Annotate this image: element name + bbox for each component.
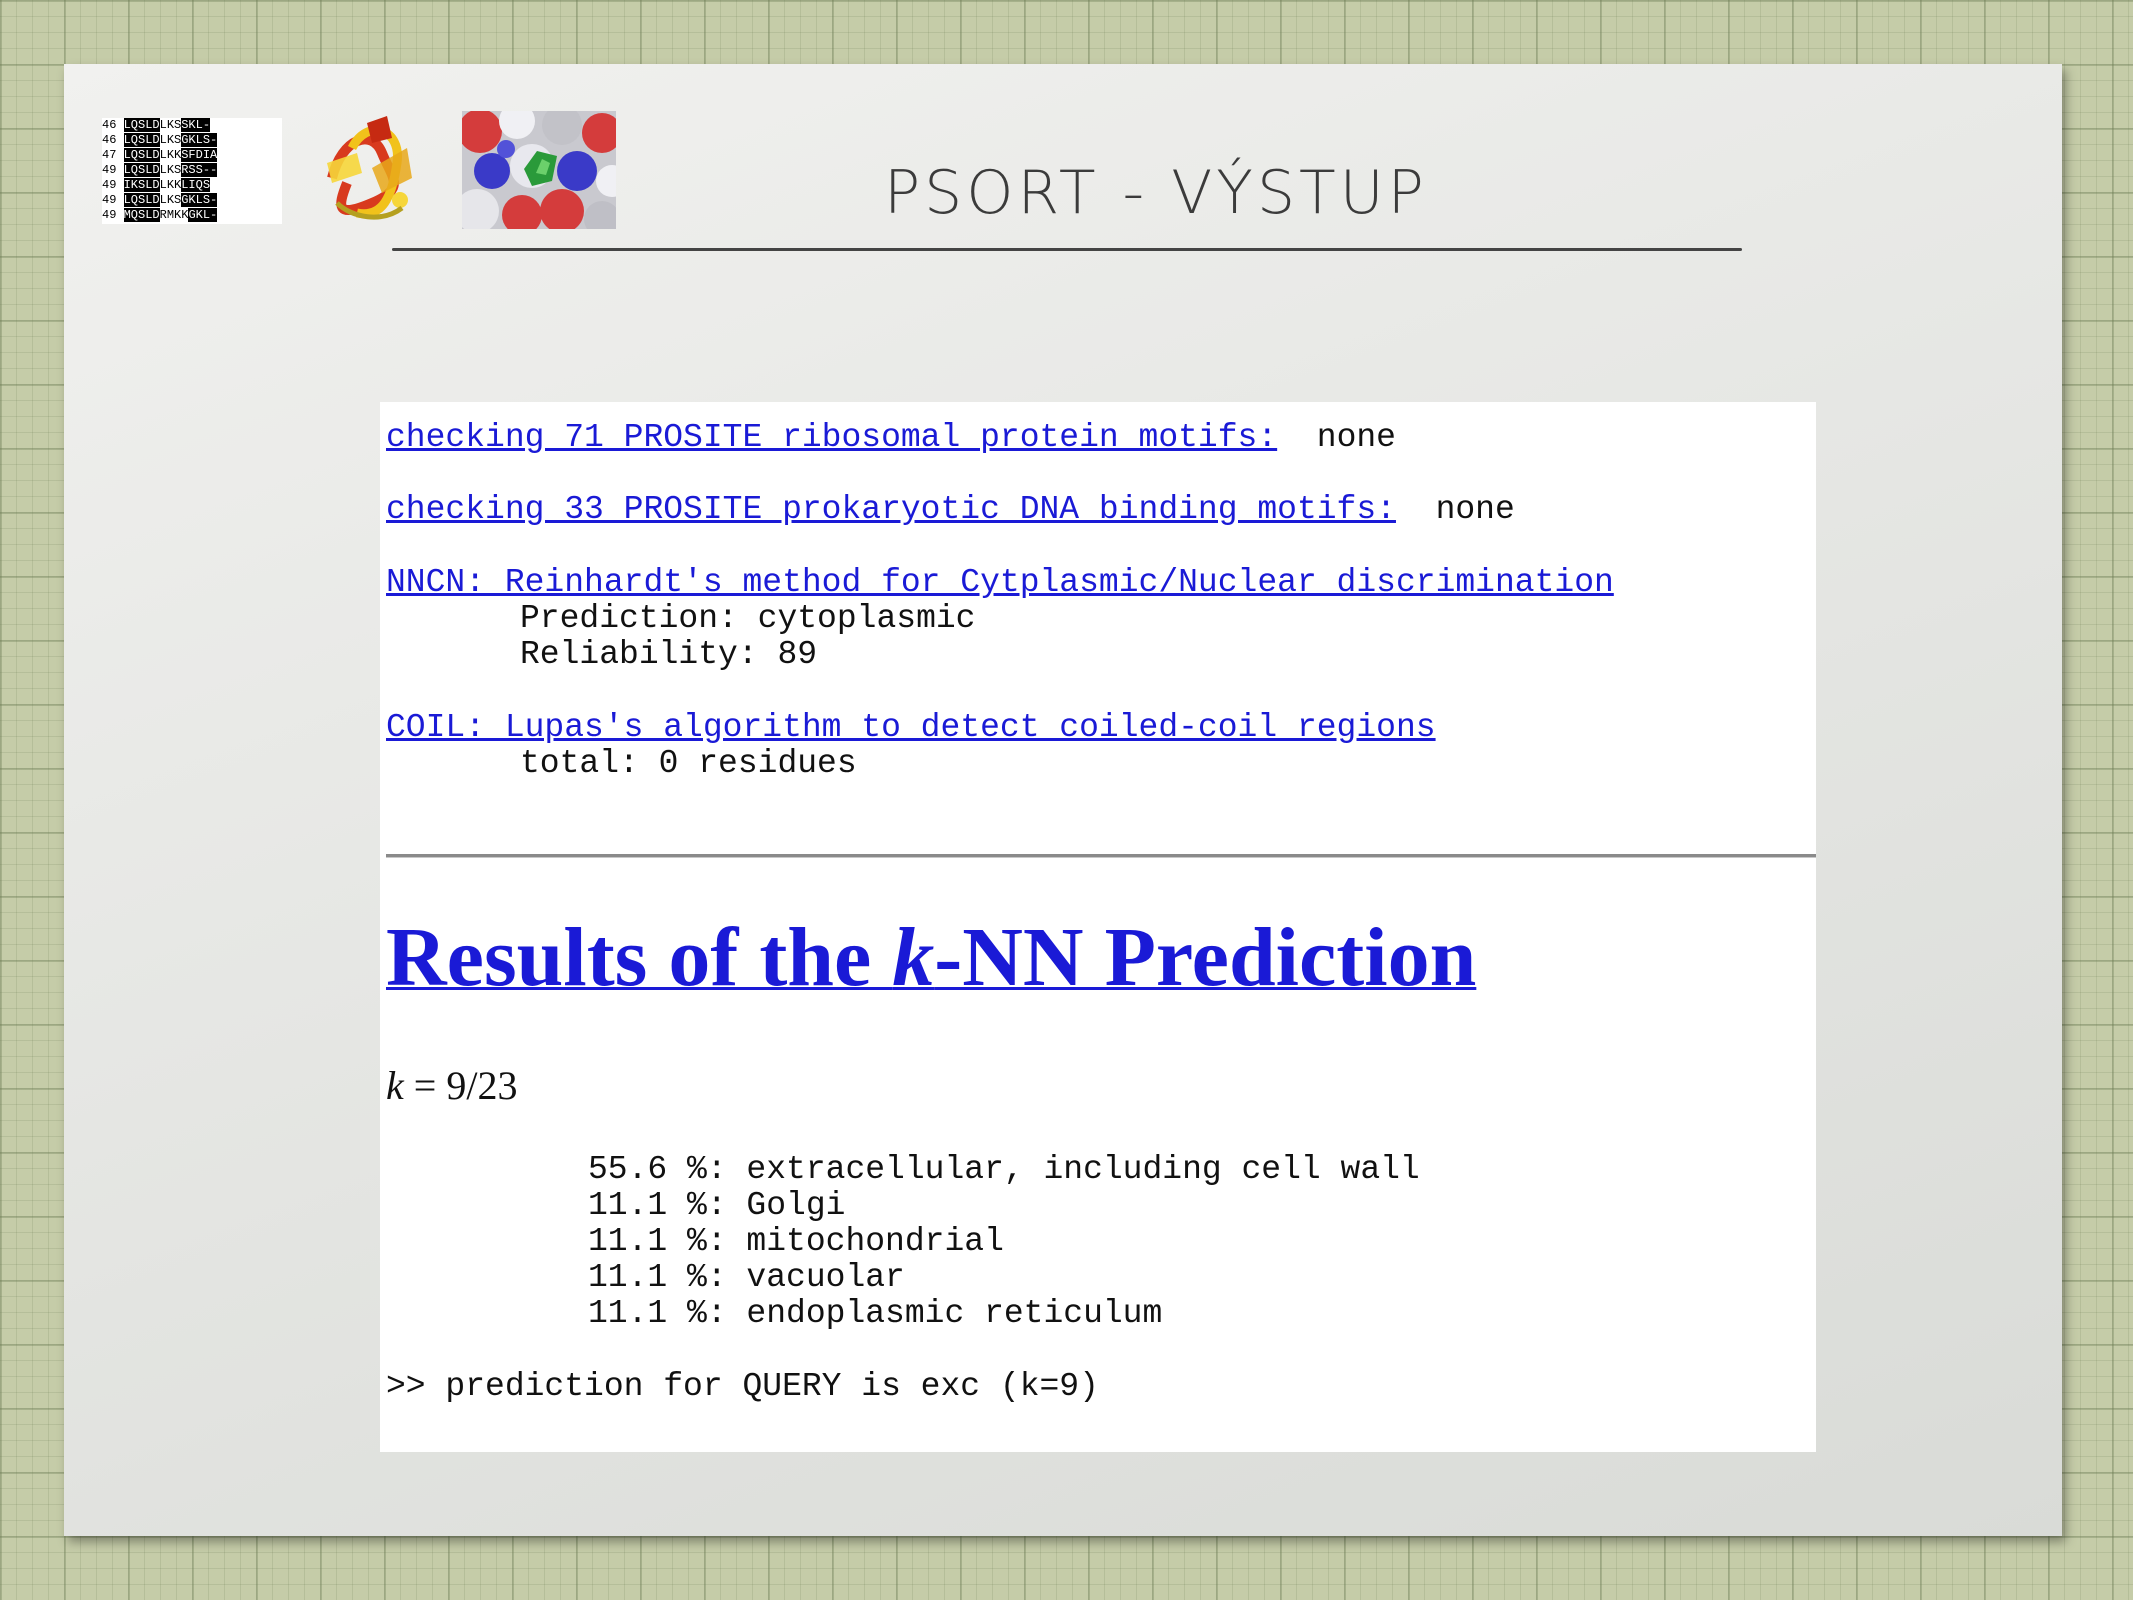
dna-binding-motifs-line: checking 33 PROSITE prokaryotic DNA bind… bbox=[386, 492, 1515, 528]
knn-result-row: 11.1 %: vacuolar bbox=[588, 1259, 905, 1296]
coil-total: total: 0 residues bbox=[520, 745, 857, 782]
ribosomal-motifs-result: none bbox=[1316, 419, 1396, 456]
knn-results-heading[interactable]: Results of the k-NN Prediction bbox=[386, 910, 1476, 1006]
slide-title: PSORT - VÝSTUP bbox=[884, 158, 1428, 228]
dna-binding-motifs-result: none bbox=[1435, 491, 1515, 528]
alignment-row: 47 LQSLDLKKSFDIA bbox=[102, 148, 218, 162]
nncn-link[interactable]: NNCN: Reinhardt's method for Cytplasmic/… bbox=[386, 564, 1614, 601]
coil-link-line: COIL: Lupas's algorithm to detect coiled… bbox=[386, 710, 1436, 746]
horizontal-rule bbox=[386, 854, 1816, 858]
knn-result-row: 11.1 %: mitochondrial bbox=[588, 1223, 1004, 1260]
final-prediction: >> prediction for QUERY is exc (k=9) bbox=[386, 1368, 1099, 1405]
sequence-alignment-thumbnail: 46 LQSLDLKSSKL- 46 LQSLDLKSGKLS- 47 LQSL… bbox=[102, 118, 282, 224]
protein-cartoon-icon bbox=[312, 108, 430, 234]
alignment-row: 46 LQSLDLKSSKL- bbox=[102, 118, 211, 132]
title-underline bbox=[392, 248, 1742, 251]
ribosomal-motifs-link[interactable]: checking 71 PROSITE ribosomal protein mo… bbox=[386, 419, 1277, 456]
nncn-link-line: NNCN: Reinhardt's method for Cytplasmic/… bbox=[386, 565, 1614, 601]
protein-surface-icon bbox=[455, 103, 628, 237]
knn-result-row: 55.6 %: extracellular, including cell wa… bbox=[588, 1151, 1420, 1188]
coil-link[interactable]: COIL: Lupas's algorithm to detect coiled… bbox=[386, 709, 1436, 746]
nncn-prediction: Prediction: cytoplasmic bbox=[520, 600, 976, 637]
nncn-reliability: Reliability: 89 bbox=[520, 636, 818, 673]
alignment-row: 49 MQSLDRMKKGKL- bbox=[102, 208, 218, 222]
ribosomal-motifs-line: checking 71 PROSITE ribosomal protein mo… bbox=[386, 420, 1396, 456]
alignment-row: 49 IKSLDLKKLIQS bbox=[102, 178, 211, 192]
k-value: k = 9/23 bbox=[386, 1063, 518, 1108]
alignment-row: 49 LQSLDLKSRSS-- bbox=[102, 163, 218, 177]
dna-binding-motifs-link[interactable]: checking 33 PROSITE prokaryotic DNA bind… bbox=[386, 491, 1396, 528]
knn-result-row: 11.1 %: endoplasmic reticulum bbox=[588, 1295, 1163, 1332]
alignment-row: 49 LQSLDLKSGKLS- bbox=[102, 193, 218, 207]
alignment-row: 46 LQSLDLKSGKLS- bbox=[102, 133, 218, 147]
psort-output-panel: checking 71 PROSITE ribosomal protein mo… bbox=[380, 402, 1816, 1452]
knn-result-row: 11.1 %: Golgi bbox=[588, 1187, 846, 1224]
